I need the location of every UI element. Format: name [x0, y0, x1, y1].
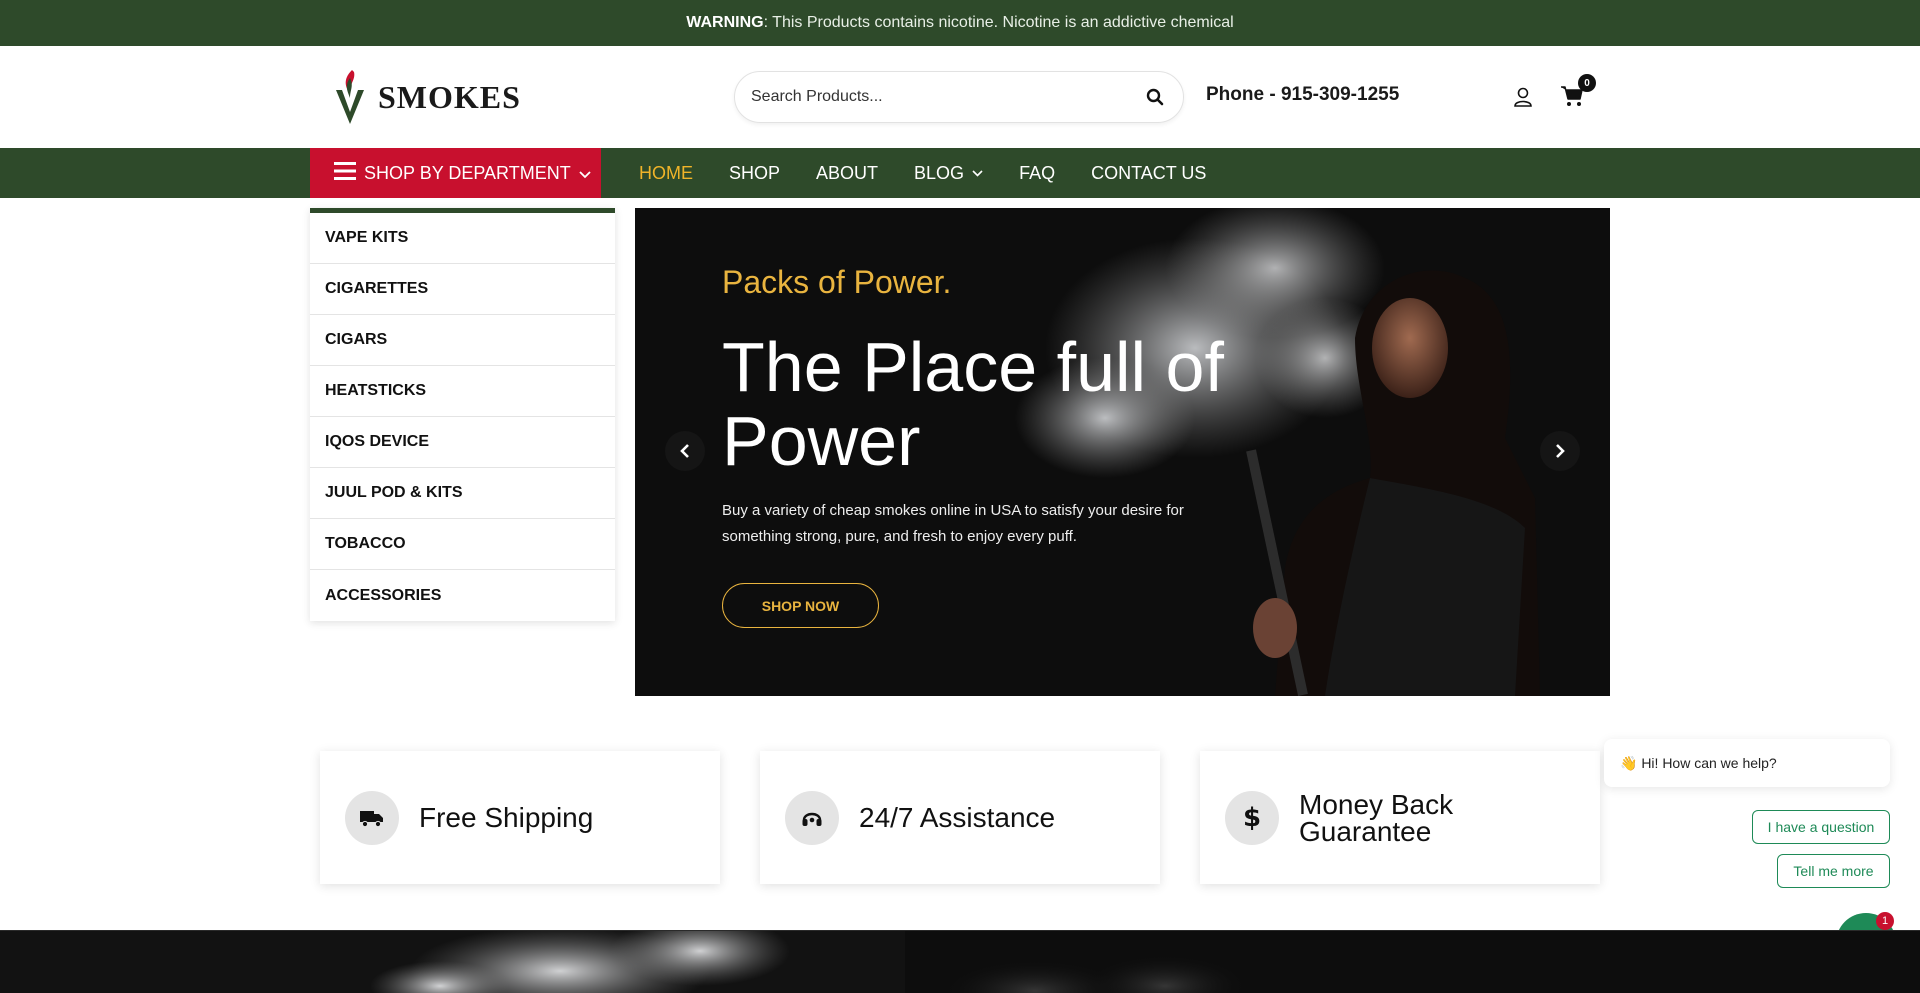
- nav-link-shop[interactable]: SHOP: [729, 163, 780, 184]
- hero-slider: Packs of Power. The Place full of Power …: [635, 208, 1610, 696]
- hero-description: Buy a variety of cheap smokes online in …: [722, 502, 1184, 545]
- feature-label: Free Shipping: [419, 802, 594, 833]
- feature-card-guarantee: $ Money Back Guarantee: [1200, 751, 1600, 884]
- nav-link-blog[interactable]: BLOG: [914, 163, 983, 184]
- warning-label: WARNING: [686, 14, 764, 31]
- chevron-down-icon: [579, 163, 591, 184]
- feature-label: Money Back Guarantee: [1299, 788, 1454, 847]
- department-item-tobacco[interactable]: TOBACCO: [310, 519, 615, 570]
- chat-notification-badge: 1: [1876, 912, 1894, 930]
- department-menu: VAPE KITS CIGARETTES CIGARS HEATSTICKS I…: [310, 208, 615, 621]
- nav-link-faq[interactable]: FAQ: [1019, 163, 1055, 184]
- department-item-juul[interactable]: JUUL POD & KITS: [310, 468, 615, 519]
- chat-option-more[interactable]: Tell me more: [1777, 854, 1890, 888]
- promo-banner-left[interactable]: [0, 930, 905, 993]
- phone-number[interactable]: Phone - 915-309-1255: [1206, 84, 1399, 106]
- site-logo[interactable]: SMOKES: [328, 68, 521, 126]
- promo-banner-right[interactable]: [905, 930, 1920, 993]
- nav-link-home[interactable]: HOME: [639, 163, 693, 184]
- chevron-down-icon: [972, 169, 983, 177]
- truck-icon: [345, 790, 399, 845]
- site-header: SMOKES Phone - 915-309-1255 0: [0, 46, 1920, 148]
- department-item-heatsticks[interactable]: HEATSTICKS: [310, 366, 615, 417]
- hamburger-icon: [334, 161, 356, 186]
- department-label: SHOP BY DEPARTMENT: [364, 162, 571, 183]
- hero-kicker: Packs of Power.: [722, 264, 952, 300]
- dark-banner-image: [905, 931, 1920, 993]
- nav-links: HOME SHOP ABOUT BLOG FAQ CONTACT US: [639, 148, 1206, 198]
- department-item-iqos-device[interactable]: IQOS DEVICE: [310, 417, 615, 468]
- logo-text: SMOKES: [378, 78, 521, 115]
- smoke-banner-image: [0, 931, 905, 993]
- user-account-icon[interactable]: [1512, 86, 1534, 108]
- chat-option-question[interactable]: I have a question: [1752, 810, 1890, 844]
- search-input[interactable]: [751, 88, 1143, 106]
- department-item-accessories[interactable]: ACCESSORIES: [310, 570, 615, 621]
- slider-prev-button[interactable]: [665, 431, 705, 471]
- flame-logo-icon: [336, 70, 364, 124]
- hero-title: The Place full of Power: [722, 328, 1224, 480]
- search-bar: [734, 71, 1184, 123]
- feature-cards: Free Shipping 24/7 Assistance $ Money Ba…: [320, 751, 1600, 884]
- dollar-icon: $: [1225, 790, 1279, 845]
- chevron-right-icon: [1556, 444, 1565, 458]
- chat-greeting-bubble: 👋 Hi! How can we help?: [1604, 739, 1890, 787]
- department-item-cigars[interactable]: CIGARS: [310, 315, 615, 366]
- feature-card-assistance: 24/7 Assistance: [760, 751, 1160, 884]
- slider-next-button[interactable]: [1540, 431, 1580, 471]
- nav-link-contact[interactable]: CONTACT US: [1091, 163, 1206, 184]
- chevron-left-icon: [680, 444, 689, 458]
- shop-now-button[interactable]: SHOP NOW: [722, 583, 879, 628]
- nav-link-blog-label: BLOG: [914, 162, 965, 183]
- shop-by-department-button[interactable]: SHOP BY DEPARTMENT: [310, 148, 601, 198]
- cart-count-badge: 0: [1578, 74, 1596, 92]
- department-item-vape-kits[interactable]: VAPE KITS: [310, 213, 615, 264]
- main-navbar: SHOP BY DEPARTMENT HOME SHOP ABOUT BLOG …: [0, 148, 1920, 198]
- warning-text: : This Products contains nicotine. Nicot…: [763, 14, 1234, 31]
- search-icon[interactable]: [1143, 85, 1167, 109]
- feature-label: 24/7 Assistance: [859, 802, 1056, 833]
- department-item-cigarettes[interactable]: CIGARETTES: [310, 264, 615, 315]
- nav-link-about[interactable]: ABOUT: [816, 163, 878, 184]
- feature-card-shipping: Free Shipping: [320, 751, 720, 884]
- headset-icon: [785, 790, 839, 845]
- nicotine-warning-bar: WARNING: This Products contains nicotine…: [0, 0, 1920, 46]
